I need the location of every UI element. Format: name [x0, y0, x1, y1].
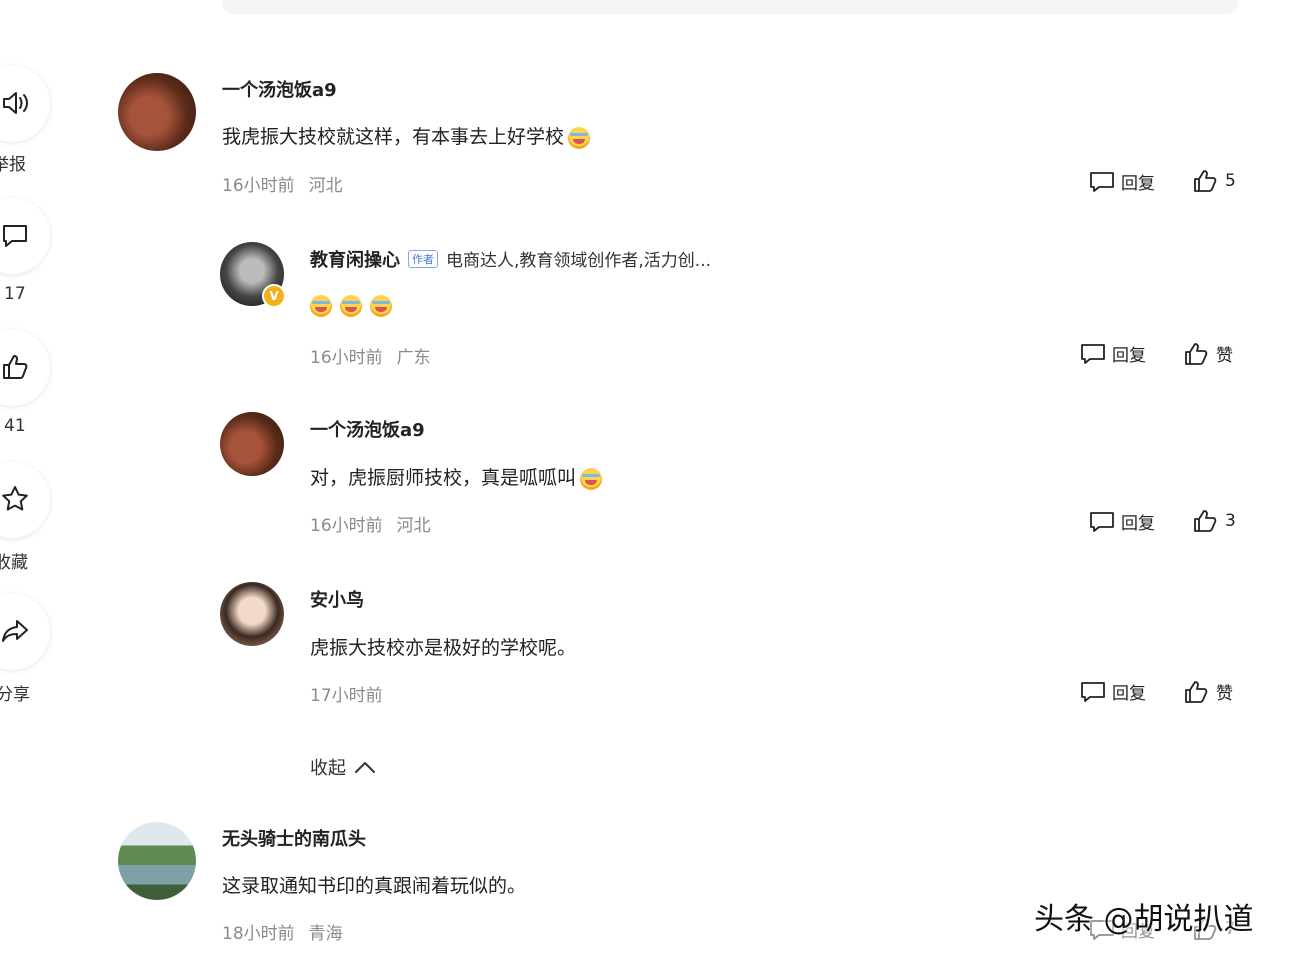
reply-icon — [1081, 343, 1105, 364]
reply-button[interactable]: 回复 — [1080, 341, 1146, 366]
reply-text — [306, 294, 392, 317]
laugh-cry-emoji-icon — [340, 294, 362, 317]
reply-label: 回复 — [1112, 684, 1146, 704]
reply-button[interactable]: 回复 — [1089, 169, 1155, 194]
avatar[interactable] — [220, 582, 284, 646]
reply-username[interactable]: 安小鸟 — [310, 586, 364, 612]
reply-meta: 16小时前 河北 — [310, 511, 431, 536]
comment-icon — [3, 225, 27, 247]
like-rail-button[interactable] — [0, 330, 50, 406]
reply-meta: 17小时前 — [310, 681, 383, 706]
reply-text: 虎振大技校亦是极好的学校呢。 — [310, 637, 577, 659]
reply-time: 16小时前 — [310, 516, 383, 536]
thumbs-up-icon — [3, 355, 28, 379]
comment-username[interactable]: 一个汤泡饭a9 — [222, 76, 337, 102]
comment-location: 河北 — [308, 176, 343, 196]
reply-label: 回复 — [1112, 346, 1146, 366]
avatar[interactable] — [118, 822, 196, 900]
like-label: 赞 — [1216, 346, 1233, 366]
reply-username: 教育闲操心 作者 电商达人,教育领域创作者,活力创... — [310, 246, 711, 272]
reply-text-content: 对，虎振厨师技校，真是呱呱叫 — [310, 467, 577, 489]
share-icon — [2, 620, 28, 642]
author-badge: 作者 — [408, 250, 438, 268]
avatar[interactable] — [118, 73, 196, 151]
comment-text: 这录取通知书印的真跟闹着玩似的。 — [222, 875, 527, 897]
like-count: 3 — [1225, 511, 1236, 531]
share-label: 分享 — [0, 685, 30, 705]
reply-meta: 16小时前 广东 — [310, 343, 431, 368]
like-button[interactable]: 赞 — [1184, 679, 1233, 704]
share-button[interactable] — [0, 594, 50, 670]
report-button[interactable] — [0, 66, 50, 142]
reply-time: 17小时前 — [310, 686, 383, 706]
like-label: 赞 — [1216, 684, 1233, 704]
author-bio: 电商达人,教育领域创作者,活力创... — [446, 251, 712, 271]
reply-icon — [1081, 681, 1105, 702]
verified-badge-icon: V — [262, 284, 286, 308]
reply-icon — [1090, 511, 1114, 532]
thumbs-up-icon — [1185, 680, 1208, 703]
like-count: 41 — [4, 416, 26, 436]
reply-label: 回复 — [1121, 174, 1155, 194]
comment-username[interactable]: 无头骑士的南瓜头 — [222, 825, 366, 851]
thumbs-up-icon — [1194, 510, 1217, 532]
comment-meta: 16小时前 河北 — [222, 171, 343, 196]
comment-meta: 18小时前 青海 — [222, 919, 343, 944]
reply-username[interactable]: 一个汤泡饭a9 — [310, 416, 425, 442]
chevron-up-icon — [355, 762, 375, 773]
comment-rail-button[interactable] — [0, 198, 50, 274]
comment-time: 18小时前 — [222, 924, 295, 944]
comment-text: 我虎振大技校就这样，有本事去上好学校 — [222, 122, 591, 149]
reply-button[interactable]: 回复 — [1080, 679, 1146, 704]
laugh-cry-emoji-icon — [370, 294, 392, 317]
favorite-label: 收藏 — [0, 553, 28, 573]
collapse-label: 收起 — [310, 758, 346, 779]
like-button[interactable]: 赞 — [1184, 341, 1233, 366]
thumbs-up-icon — [1194, 170, 1217, 192]
like-count: 5 — [1225, 171, 1236, 191]
reply-button[interactable]: 回复 — [1089, 509, 1155, 534]
favorite-button[interactable] — [0, 462, 50, 538]
laugh-cry-emoji-icon — [310, 294, 332, 317]
top-input-bar — [222, 0, 1238, 14]
comment-location: 青海 — [308, 924, 343, 944]
comment-time: 16小时前 — [222, 176, 295, 196]
like-button[interactable]: 3 — [1193, 509, 1236, 533]
like-button[interactable]: 5 — [1193, 169, 1236, 193]
reply-text: 对，虎振厨师技校，真是呱呱叫 — [310, 463, 603, 490]
avatar[interactable] — [220, 412, 284, 476]
reply-username-text[interactable]: 教育闲操心 — [310, 250, 400, 271]
comment-count: 17 — [4, 284, 26, 304]
reply-location: 广东 — [396, 348, 431, 368]
report-label: 举报 — [0, 155, 26, 175]
star-icon — [2, 486, 28, 511]
comment-text-content: 我虎振大技校就这样，有本事去上好学校 — [222, 126, 565, 148]
collapse-replies-button[interactable]: 收起 — [310, 754, 376, 780]
thumbs-up-icon — [1185, 342, 1208, 365]
reply-time: 16小时前 — [310, 348, 383, 368]
reply-icon — [1090, 171, 1114, 192]
watermark: 头条 @胡说扒道 — [1034, 902, 1254, 937]
laugh-cry-emoji-icon — [580, 467, 603, 490]
speaker-icon — [3, 92, 28, 114]
reply-location: 河北 — [396, 516, 431, 536]
reply-label: 回复 — [1121, 514, 1155, 534]
laugh-cry-emoji-icon — [568, 126, 591, 149]
